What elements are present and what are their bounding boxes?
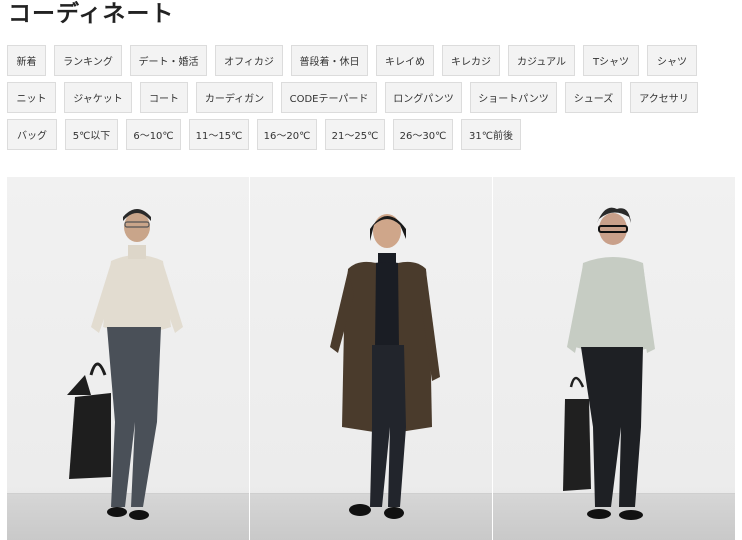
tag-row-3: バッグ 5℃以下 6〜10℃ 11〜15℃ 16〜20℃ 21〜25℃ 26〜3… bbox=[7, 119, 742, 150]
tag-temp-21-25[interactable]: 21〜25℃ bbox=[325, 119, 385, 150]
tag-temp-11-15[interactable]: 11〜15℃ bbox=[189, 119, 249, 150]
tag-cardigan[interactable]: カーディガン bbox=[196, 82, 273, 113]
coordinate-photo-2[interactable] bbox=[250, 177, 492, 540]
coordinate-gallery bbox=[7, 177, 735, 540]
tag-everyday[interactable]: 普段着・休日 bbox=[291, 45, 368, 76]
tag-temp-16-20[interactable]: 16〜20℃ bbox=[257, 119, 317, 150]
coordinate-photo-3[interactable] bbox=[493, 177, 735, 540]
tag-temp-31[interactable]: 31℃前後 bbox=[461, 119, 521, 150]
tag-row-2: ニット ジャケット コート カーディガン CODEテーパード ロングパンツ ショ… bbox=[7, 82, 742, 113]
tag-row-1: 新着 ランキング デート・婚活 オフィカジ 普段着・休日 キレイめ キレカジ カ… bbox=[7, 45, 742, 76]
tag-temp-5-below[interactable]: 5℃以下 bbox=[65, 119, 118, 150]
coordinate-photo-1[interactable] bbox=[7, 177, 249, 540]
model-figure-1 bbox=[67, 209, 183, 520]
tag-bag[interactable]: バッグ bbox=[7, 119, 57, 150]
tag-short-pants[interactable]: ショートパンツ bbox=[470, 82, 557, 113]
model-figure-3 bbox=[563, 207, 655, 520]
tag-temp-6-10[interactable]: 6〜10℃ bbox=[126, 119, 181, 150]
tag-office-casual[interactable]: オフィカジ bbox=[215, 45, 283, 76]
tag-tshirt[interactable]: Tシャツ bbox=[583, 45, 639, 76]
tag-kirekaji[interactable]: キレカジ bbox=[442, 45, 500, 76]
tag-kireime[interactable]: キレイめ bbox=[376, 45, 434, 76]
tag-knit[interactable]: ニット bbox=[7, 82, 56, 113]
tag-long-pants[interactable]: ロングパンツ bbox=[385, 82, 462, 113]
tag-shoes[interactable]: シューズ bbox=[565, 82, 622, 113]
tag-date[interactable]: デート・婚活 bbox=[130, 45, 207, 76]
tag-code-tapered[interactable]: CODEテーパード bbox=[281, 82, 377, 113]
tag-coat[interactable]: コート bbox=[140, 82, 188, 113]
model-figure-2 bbox=[330, 214, 440, 519]
tag-jacket[interactable]: ジャケット bbox=[64, 82, 132, 113]
tag-accessory[interactable]: アクセサリ bbox=[630, 82, 698, 113]
tag-list: 新着 ランキング デート・婚活 オフィカジ 普段着・休日 キレイめ キレカジ カ… bbox=[7, 45, 742, 156]
tag-new[interactable]: 新着 bbox=[7, 45, 46, 76]
tag-casual[interactable]: カジュアル bbox=[508, 45, 575, 76]
tag-ranking[interactable]: ランキング bbox=[54, 45, 122, 76]
tag-temp-26-30[interactable]: 26〜30℃ bbox=[393, 119, 453, 150]
tag-shirt[interactable]: シャツ bbox=[647, 45, 697, 76]
page-title: コーディネート bbox=[8, 1, 175, 27]
